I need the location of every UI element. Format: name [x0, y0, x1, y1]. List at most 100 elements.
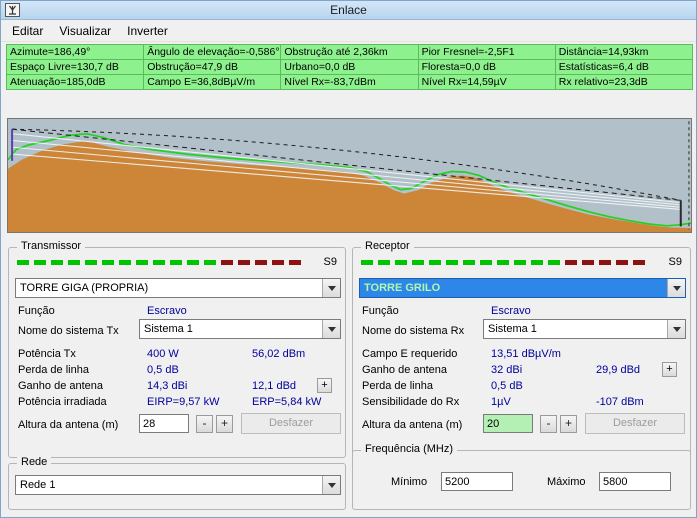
transmitter-panel: Transmissor S9 TORRE GIGA (PROPRIA) Funç… [8, 240, 346, 458]
tx-signal-strength-label: S9 [323, 256, 337, 268]
network-panel-title: Rede [17, 456, 52, 468]
title-bar[interactable]: Enlace [1, 1, 696, 20]
stat-rx-level-uv: Nível Rx=14,59µV [417, 74, 556, 90]
tx-system-combo-value: Sistema 1 [144, 323, 193, 335]
tx-radiated-power-label: Potência irradiada [18, 396, 107, 408]
rx-height-plus-button[interactable]: + [560, 415, 577, 433]
tx-role-label: Função [18, 305, 55, 317]
menu-bar: Editar Visualizar Inverter [1, 20, 696, 42]
rx-system-combo-value: Sistema 1 [488, 323, 537, 335]
rx-station-combo-value: TORRE GRILO [364, 282, 441, 294]
stat-forest: Floresta=0,0 dB [417, 59, 556, 75]
rx-line-loss-label: Perda de linha [362, 380, 433, 392]
rx-station-combo[interactable]: TORRE GRILO [359, 278, 686, 298]
stats-row: Espaço Livre=130,7 dB Obstrução=47,9 dB … [5, 59, 694, 75]
tx-radiated-power-row: Potência irradiada EIRP=9,57 kW ERP=5,84… [18, 395, 336, 410]
tx-antenna-gain-plus-button[interactable]: + [317, 378, 332, 393]
stat-rx-level-dbm: Nível Rx=-83,7dBm [280, 74, 419, 90]
rx-signal-strength-label: S9 [668, 256, 682, 268]
frequency-max-input[interactable] [599, 472, 671, 491]
network-combo-value: Rede 1 [20, 479, 56, 491]
tx-role-value: Escravo [147, 305, 187, 317]
stat-elevation-angle: Ângulo de elevação=-0,586° [143, 44, 282, 60]
tx-power-value: 400 W [147, 348, 179, 360]
window-title: Enlace [330, 3, 367, 17]
stat-field-e: Campo E=36,8dBµV/m [143, 74, 282, 90]
frequency-min-input[interactable] [441, 472, 513, 491]
tx-power-row: Potência Tx 400 W 56,02 dBm [18, 347, 336, 362]
frequency-min-label: Mínimo [391, 476, 428, 488]
rx-required-field-row: Campo E requerido 13,51 dBµV/m [362, 347, 681, 362]
frequency-panel: Frequência (MHz) Mínimo Máximo [352, 443, 691, 510]
tx-system-combo-button[interactable] [322, 320, 340, 338]
network-combo[interactable]: Rede 1 [15, 475, 341, 495]
rx-antenna-gain-plus-button[interactable]: + [662, 362, 677, 377]
tx-signal-bar [17, 259, 306, 265]
transmitter-panel-title: Transmissor [17, 240, 86, 252]
tx-system-combo[interactable]: Sistema 1 [139, 319, 341, 339]
tx-antenna-height-label: Altura da antena (m) [18, 419, 119, 431]
tx-antenna-gain-row: Ganho de antena 14,3 dBi 12,1 dBd + [18, 378, 336, 394]
stat-distance: Distância=14,93km [554, 44, 694, 60]
tx-height-plus-button[interactable]: + [216, 415, 233, 433]
frequency-panel-title: Frequência (MHz) [361, 443, 458, 455]
tx-eirp-value: EIRP=9,57 kW [147, 396, 220, 408]
rx-antenna-gain-row: Ganho de antena 32 dBi 29,9 dBd + [362, 362, 681, 378]
tx-signal-row: S9 [17, 256, 337, 268]
tx-line-loss-value: 0,5 dB [147, 364, 179, 376]
tx-line-loss-row: Perda de linha 0,5 dB [18, 363, 336, 378]
antenna-icon [5, 3, 20, 17]
rx-signal-bar [361, 259, 650, 265]
rx-antenna-gain-dbi: 32 dBi [491, 364, 523, 376]
rx-role-label: Função [362, 305, 399, 317]
stats-row: Atenuação=185,0dB Campo E=36,8dBµV/m Nív… [5, 74, 694, 90]
stat-statistics: Estatísticas=6,4 dB [554, 59, 694, 75]
tx-power-dbm-value: 56,02 dBm [252, 348, 306, 360]
tx-antenna-gain-dbi: 14,3 dBi [147, 380, 188, 392]
chevron-down-icon [672, 285, 681, 291]
rx-sensitivity-row: Sensibilidade do Rx 1µV -107 dBm [362, 395, 681, 410]
terrain-profile-chart [7, 118, 692, 233]
frequency-max-label: Máximo [547, 476, 586, 488]
rx-antenna-height-input[interactable] [483, 414, 533, 433]
rx-role-row: Função Escravo [362, 304, 681, 319]
rx-system-combo[interactable]: Sistema 1 [483, 319, 686, 339]
rx-sensitivity-label: Sensibilidade do Rx [362, 396, 460, 408]
network-combo-button[interactable] [322, 476, 340, 494]
tx-power-label: Potência Tx [18, 348, 76, 360]
enlace-window: Enlace Editar Visualizar Inverter Azimut… [0, 0, 697, 518]
rx-sensitivity-uv: 1µV [491, 396, 511, 408]
menu-visualizar[interactable]: Visualizar [51, 21, 119, 41]
rx-undo-button[interactable]: Desfazer [585, 413, 685, 434]
menu-editar[interactable]: Editar [4, 21, 51, 41]
rx-system-combo-button[interactable] [667, 320, 685, 338]
tx-antenna-height-input[interactable] [139, 414, 189, 433]
rx-antenna-gain-label: Ganho de antena [362, 364, 448, 376]
rx-role-value: Escravo [491, 305, 531, 317]
link-stats-table: Azimute=186,49° Ângulo de elevação=-0,58… [5, 44, 694, 90]
chevron-down-icon [672, 326, 681, 332]
tx-height-minus-button[interactable]: - [196, 415, 213, 433]
stat-free-space: Espaço Livre=130,7 dB [5, 59, 145, 75]
rx-system-label: Nome do sistema Rx [362, 325, 465, 337]
tx-station-combo-button[interactable] [322, 279, 340, 297]
menu-inverter[interactable]: Inverter [119, 21, 176, 41]
stats-row: Azimute=186,49° Ângulo de elevação=-0,58… [5, 44, 694, 60]
rx-sensitivity-dbm: -107 dBm [596, 396, 644, 408]
tx-station-combo[interactable]: TORRE GIGA (PROPRIA) [15, 278, 341, 298]
tx-antenna-gain-dbd: 12,1 dBd [252, 380, 297, 392]
network-panel: Rede Rede 1 [8, 456, 346, 510]
tx-system-label: Nome do sistema Tx [18, 325, 119, 337]
tx-undo-button[interactable]: Desfazer [241, 413, 341, 434]
tx-line-loss-label: Perda de linha [18, 364, 89, 376]
tx-role-row: Função Escravo [18, 304, 336, 319]
rx-line-loss-row: Perda de linha 0,5 dB [362, 379, 681, 394]
rx-line-loss-value: 0,5 dB [491, 380, 523, 392]
receiver-panel: Receptor S9 TORRE GRILO Função Escravo N… [352, 240, 691, 458]
chevron-down-icon [327, 482, 336, 488]
rx-height-minus-button[interactable]: - [540, 415, 557, 433]
rx-antenna-gain-dbd: 29,9 dBd [596, 364, 641, 376]
app-icon[interactable] [5, 3, 20, 17]
rx-station-combo-button[interactable] [667, 279, 685, 297]
chevron-down-icon [327, 326, 336, 332]
